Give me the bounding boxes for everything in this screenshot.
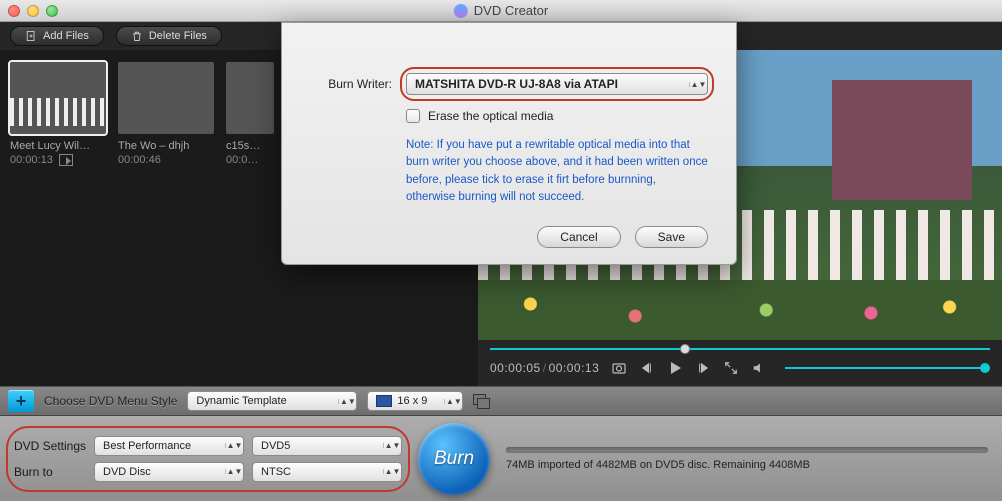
delete-files-label: Delete Files — [149, 30, 207, 42]
burn-target-value: DVD Disc — [103, 466, 151, 478]
clip-duration: 00:0… — [226, 154, 258, 166]
capacity-bar — [506, 447, 988, 453]
seek-slider[interactable] — [490, 344, 990, 354]
monitor-icon — [376, 395, 392, 407]
erase-checkbox[interactable] — [406, 109, 420, 123]
disc-type-select[interactable]: DVD5 ▲▼ — [252, 436, 402, 456]
burn-to-label: Burn to — [14, 465, 86, 479]
close-window-button[interactable] — [8, 5, 20, 17]
time-display: 00:00:05/00:00:13 — [490, 361, 599, 375]
bottom-bar: DVD Settings Best Performance ▲▼ DVD5 ▲▼… — [0, 416, 1002, 501]
burn-button[interactable]: Burn — [418, 423, 490, 495]
menu-style-bar: + Choose DVD Menu Style Dynamic Template… — [0, 386, 1002, 416]
clip-duration: 00:00:13 — [10, 154, 53, 166]
status-block: 74MB imported of 4482MB on DVD5 disc. Re… — [506, 447, 988, 471]
erase-label: Erase the optical media — [428, 109, 553, 123]
clip-item[interactable]: Meet Lucy Wil… 00:00:13 — [10, 62, 106, 166]
clip-duration-row: 00:0… — [226, 154, 274, 166]
stepper-arrows-icon: ▲▼ — [225, 469, 239, 474]
menu-style-label: Choose DVD Menu Style — [44, 394, 177, 408]
stepper-arrows-icon: ▲▼ — [444, 399, 458, 404]
tv-standard-select[interactable]: NTSC ▲▼ — [252, 462, 402, 482]
window-controls — [8, 5, 58, 17]
prev-icon[interactable] — [639, 360, 655, 376]
clip-duration-row: 00:00:46 — [118, 154, 214, 166]
next-icon[interactable] — [695, 360, 711, 376]
burn-writer-label: Burn Writer: — [310, 77, 392, 91]
aspect-value: 16 x 9 — [397, 395, 427, 407]
clip-duration-row: 00:00:13 — [10, 154, 106, 166]
template-value: Dynamic Template — [196, 395, 286, 407]
zoom-window-button[interactable] — [46, 5, 58, 17]
burn-target-select[interactable]: DVD Disc ▲▼ — [94, 462, 244, 482]
burn-writer-dialog: Burn Writer: MATSHITA DVD-R UJ-8A8 via A… — [281, 22, 737, 265]
volume-icon[interactable] — [751, 360, 767, 376]
dialog-note: Note: If you have put a rewritable optic… — [406, 137, 708, 206]
minimize-window-button[interactable] — [27, 5, 39, 17]
stepper-arrows-icon: ▲▼ — [225, 443, 239, 448]
stepper-arrows-icon: ▲▼ — [689, 82, 703, 87]
add-menu-button[interactable]: + — [8, 390, 34, 412]
stepper-arrows-icon: ▲▼ — [338, 399, 352, 404]
delete-files-button[interactable]: Delete Files — [116, 26, 222, 46]
settings-block: DVD Settings Best Performance ▲▼ DVD5 ▲▼… — [14, 436, 402, 482]
clip-title: c15s… — [226, 140, 274, 152]
volume-slider[interactable] — [785, 363, 990, 373]
burn-writer-value: MATSHITA DVD-R UJ-8A8 via ATAPI — [415, 77, 618, 91]
fullscreen-icon[interactable] — [723, 360, 739, 376]
volume-handle[interactable] — [980, 363, 990, 373]
quality-value: Best Performance — [103, 440, 191, 452]
status-text: 74MB imported of 4482MB on DVD5 disc. Re… — [506, 459, 988, 471]
burn-writer-select[interactable]: MATSHITA DVD-R UJ-8A8 via ATAPI ▲▼ — [406, 73, 708, 95]
play-icon[interactable] — [667, 360, 683, 376]
seek-handle[interactable] — [680, 344, 690, 354]
customize-menu-icon[interactable] — [473, 394, 489, 408]
add-files-label: Add Files — [43, 30, 89, 42]
burn-label: Burn — [434, 448, 474, 470]
window-title: DVD Creator — [454, 3, 548, 18]
titlebar: DVD Creator — [0, 0, 1002, 22]
tv-standard-value: NTSC — [261, 466, 291, 478]
clip-item[interactable]: c15s… 00:0… — [226, 62, 274, 166]
app-title-text: DVD Creator — [474, 3, 548, 18]
add-files-button[interactable]: Add Files — [10, 26, 104, 46]
app-icon — [454, 4, 468, 18]
clip-thumbnail — [226, 62, 274, 134]
cancel-button[interactable]: Cancel — [537, 226, 620, 248]
edit-clip-icon[interactable] — [59, 154, 73, 166]
save-button[interactable]: Save — [635, 226, 708, 248]
clip-title: Meet Lucy Wil… — [10, 140, 106, 152]
clip-item[interactable]: The Wo – dhjh 00:00:46 — [118, 62, 214, 166]
clip-thumbnail — [10, 62, 106, 134]
time-position: 00:00:05 — [490, 361, 541, 375]
cancel-label: Cancel — [560, 230, 597, 244]
trash-icon — [131, 30, 143, 42]
clip-thumbnail — [118, 62, 214, 134]
stepper-arrows-icon: ▲▼ — [383, 469, 397, 474]
playback-controls: 00:00:05/00:00:13 — [478, 340, 1002, 386]
clip-title: The Wo – dhjh — [118, 140, 214, 152]
aspect-select[interactable]: 16 x 9 ▲▼ — [367, 391, 463, 411]
clip-duration: 00:00:46 — [118, 154, 161, 166]
template-select[interactable]: Dynamic Template ▲▼ — [187, 391, 357, 411]
stepper-arrows-icon: ▲▼ — [383, 443, 397, 448]
quality-select[interactable]: Best Performance ▲▼ — [94, 436, 244, 456]
time-duration: 00:00:13 — [549, 361, 600, 375]
save-label: Save — [658, 230, 685, 244]
snapshot-icon[interactable] — [611, 360, 627, 376]
dvd-settings-label: DVD Settings — [14, 439, 86, 453]
add-files-icon — [25, 30, 37, 42]
disc-type-value: DVD5 — [261, 440, 290, 452]
